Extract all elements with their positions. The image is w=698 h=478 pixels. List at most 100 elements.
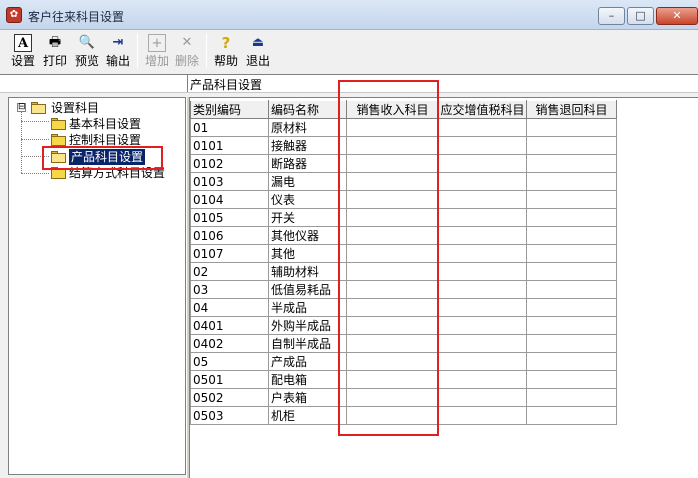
table-cell[interactable]: 0502	[190, 388, 269, 407]
help-button[interactable]: ? 帮助	[211, 33, 241, 70]
tree-node-settlement[interactable]: 结算方式科目设置	[9, 165, 179, 181]
tree-node-basic[interactable]: 基本科目设置	[9, 116, 179, 132]
table-row[interactable]: 0105 开关	[190, 208, 617, 227]
table-cell[interactable]	[346, 226, 439, 245]
table-cell[interactable]	[346, 118, 439, 137]
table-cell[interactable]: 02	[190, 262, 269, 281]
table-cell[interactable]	[526, 280, 617, 299]
tree-node-product[interactable]: 产品科目设置	[9, 149, 179, 165]
table-cell[interactable]	[526, 334, 617, 353]
table-cell[interactable]: 断路器	[268, 154, 347, 173]
table-cell[interactable]	[346, 280, 439, 299]
table-cell[interactable]	[438, 370, 527, 389]
maximize-button[interactable]: □	[627, 7, 654, 25]
close-button[interactable]: ✕	[656, 7, 698, 25]
table-cell[interactable]	[438, 262, 527, 281]
table-cell[interactable]	[438, 244, 527, 263]
table-cell[interactable]: 仪表	[268, 190, 347, 209]
table-cell[interactable]: 机柜	[268, 406, 347, 425]
table-cell[interactable]	[526, 352, 617, 371]
table-cell[interactable]	[438, 298, 527, 317]
table-cell[interactable]: 漏电	[268, 172, 347, 191]
table-row[interactable]: 0104 仪表	[190, 190, 617, 209]
table-cell[interactable]	[526, 208, 617, 227]
table-row[interactable]: 03 低值易耗品	[190, 280, 617, 299]
table-cell[interactable]	[346, 298, 439, 317]
table-cell[interactable]	[346, 244, 439, 263]
table-cell[interactable]	[526, 190, 617, 209]
table-cell[interactable]: 自制半成品	[268, 334, 347, 353]
table-cell[interactable]: 半成品	[268, 298, 347, 317]
table-cell[interactable]	[346, 370, 439, 389]
table-cell[interactable]: 04	[190, 298, 269, 317]
table-cell[interactable]	[438, 280, 527, 299]
exit-button[interactable]: ⏏ 退出	[243, 33, 273, 70]
table-cell[interactable]	[526, 244, 617, 263]
table-cell[interactable]	[526, 172, 617, 191]
table-cell[interactable]	[526, 136, 617, 155]
table-cell[interactable]	[526, 370, 617, 389]
table-cell[interactable]: 配电箱	[268, 370, 347, 389]
column-header[interactable]: 类别编码	[190, 100, 269, 119]
table-cell[interactable]	[526, 298, 617, 317]
table-cell[interactable]: 产成品	[268, 352, 347, 371]
table-cell[interactable]: 0501	[190, 370, 269, 389]
table-cell[interactable]: 原材料	[268, 118, 347, 137]
table-cell[interactable]: 0105	[190, 208, 269, 227]
add-button[interactable]: + 增加	[142, 33, 172, 70]
column-header[interactable]: 编码名称	[268, 100, 347, 119]
table-cell[interactable]	[438, 154, 527, 173]
table-row[interactable]: 0503 机柜	[190, 406, 617, 425]
table-row[interactable]: 0502 户表箱	[190, 388, 617, 407]
table-row[interactable]: 0101 接触器	[190, 136, 617, 155]
table-row[interactable]: 0501 配电箱	[190, 370, 617, 389]
table-cell[interactable]: 0102	[190, 154, 269, 173]
table-cell[interactable]: 01	[190, 118, 269, 137]
table-row[interactable]: 0402 自制半成品	[190, 334, 617, 353]
table-row[interactable]: 0106 其他仪器	[190, 226, 617, 245]
table-cell[interactable]: 0401	[190, 316, 269, 335]
table-cell[interactable]	[438, 316, 527, 335]
table-cell[interactable]	[438, 172, 527, 191]
table-cell[interactable]	[346, 316, 439, 335]
minimize-button[interactable]: –	[598, 7, 625, 25]
table-cell[interactable]: 户表箱	[268, 388, 347, 407]
table-cell[interactable]	[438, 118, 527, 137]
collapse-icon[interactable]: ⊟	[17, 103, 26, 112]
table-cell[interactable]: 外购半成品	[268, 316, 347, 335]
table-row[interactable]: 0103 漏电	[190, 172, 617, 191]
column-header[interactable]: 应交增值税科目	[438, 100, 527, 119]
table-cell[interactable]: 03	[190, 280, 269, 299]
table-row[interactable]: 04 半成品	[190, 298, 617, 317]
table-cell[interactable]: 接触器	[268, 136, 347, 155]
table-cell[interactable]	[438, 406, 527, 425]
column-header[interactable]: 销售退回科目	[526, 100, 617, 119]
table-cell[interactable]	[346, 388, 439, 407]
table-cell[interactable]	[346, 334, 439, 353]
table-cell[interactable]	[526, 154, 617, 173]
table-cell[interactable]: 0402	[190, 334, 269, 353]
table-cell[interactable]	[438, 334, 527, 353]
table-cell[interactable]	[438, 226, 527, 245]
table-cell[interactable]: 开关	[268, 208, 347, 227]
setup-button[interactable]: A 设置	[8, 33, 38, 70]
table-cell[interactable]	[346, 406, 439, 425]
table-cell[interactable]	[526, 226, 617, 245]
tree-node-control[interactable]: 控制科目设置	[9, 132, 179, 148]
table-cell[interactable]: 0106	[190, 226, 269, 245]
print-button[interactable]: 🖶 打印	[40, 33, 70, 70]
table-cell[interactable]: 0104	[190, 190, 269, 209]
table-cell[interactable]	[346, 154, 439, 173]
table-cell[interactable]	[346, 262, 439, 281]
table-cell[interactable]	[346, 190, 439, 209]
table-cell[interactable]: 0103	[190, 172, 269, 191]
table-row[interactable]: 0102 断路器	[190, 154, 617, 173]
table-cell[interactable]: 0503	[190, 406, 269, 425]
table-cell[interactable]: 05	[190, 352, 269, 371]
table-cell[interactable]	[526, 262, 617, 281]
export-button[interactable]: ⇥ 输出	[103, 33, 133, 70]
table-row[interactable]: 0107 其他	[190, 244, 617, 263]
table-cell[interactable]	[346, 352, 439, 371]
tree-node-root[interactable]: ⊟ 设置科目	[9, 100, 179, 116]
table-cell[interactable]	[526, 118, 617, 137]
